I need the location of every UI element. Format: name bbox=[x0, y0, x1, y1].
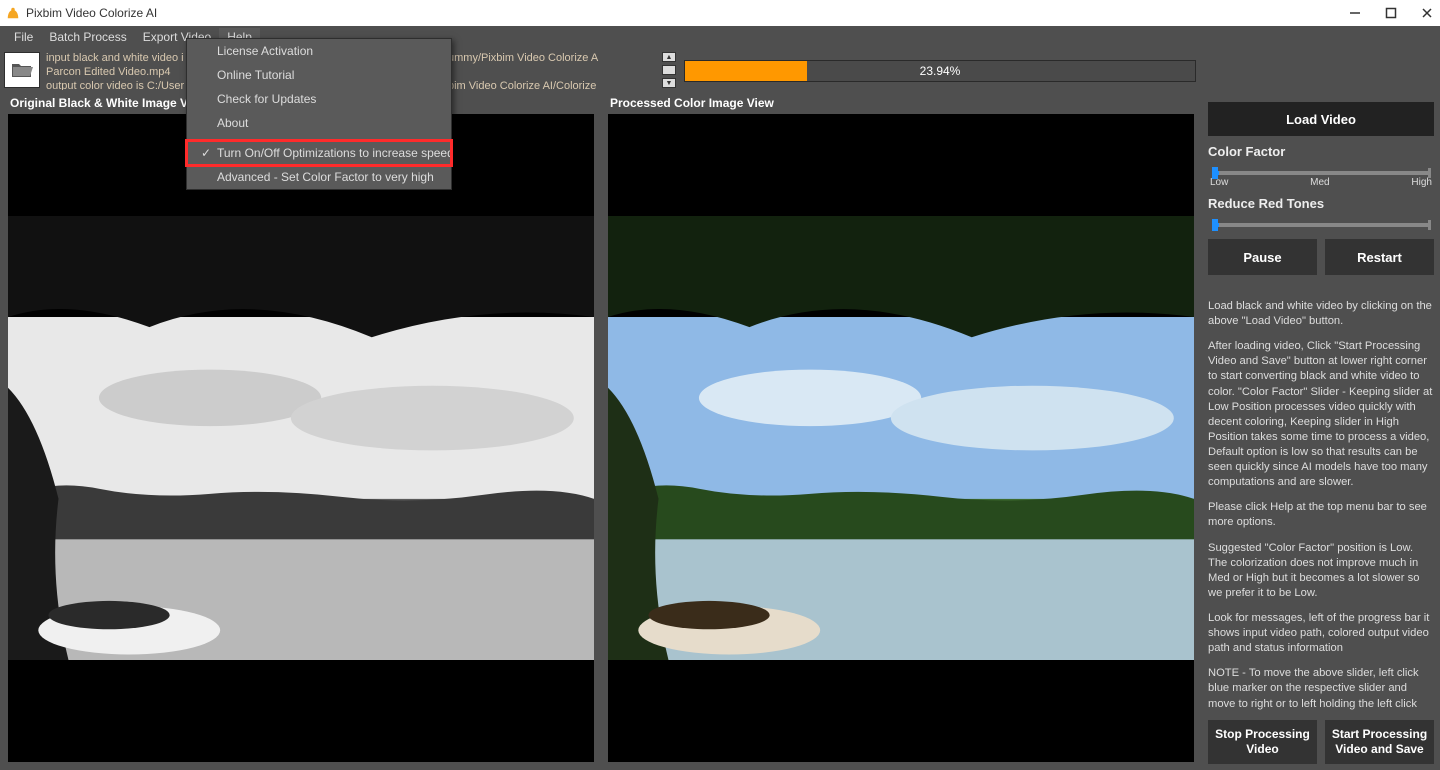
help-paragraph: After loading video, Click "Start Proces… bbox=[1208, 339, 1434, 490]
menu-license-activation[interactable]: License Activation bbox=[187, 39, 451, 63]
processed-image-view bbox=[608, 114, 1194, 762]
help-paragraph: Look for messages, left of the progress … bbox=[1208, 611, 1434, 656]
original-view-column: Original Black & White Image View bbox=[8, 94, 594, 762]
open-file-button[interactable] bbox=[4, 52, 40, 88]
help-dropdown: License Activation Online Tutorial Check… bbox=[186, 38, 452, 190]
stop-processing-button[interactable]: Stop ProcessingVideo bbox=[1208, 720, 1317, 764]
color-landscape-image bbox=[608, 216, 1194, 661]
progress-text: 23.94% bbox=[685, 61, 1195, 81]
reduce-red-slider[interactable] bbox=[1208, 217, 1434, 229]
help-paragraph: Please click Help at the top menu bar to… bbox=[1208, 500, 1434, 530]
spinner-control: ▲ ▼ bbox=[662, 52, 676, 88]
path-line: ummy/Pixbim Video Colorize A bbox=[448, 52, 658, 66]
spin-value bbox=[662, 65, 676, 75]
tick-high: High bbox=[1411, 177, 1432, 188]
menu-file[interactable]: File bbox=[6, 28, 41, 46]
progress-wrap: 23.94% bbox=[684, 52, 1196, 90]
load-video-button[interactable]: Load Video bbox=[1208, 102, 1434, 136]
path-line: bim Video Colorize AI/Colorize bbox=[448, 80, 658, 91]
window-title: Pixbim Video Colorize AI bbox=[26, 6, 157, 20]
menu-toggle-optimizations[interactable]: ✓Turn On/Off Optimizations to increase s… bbox=[187, 141, 451, 165]
menu-check-for-updates[interactable]: Check for Updates bbox=[187, 87, 451, 111]
processed-view-column: Processed Color Image View bbox=[608, 94, 1194, 762]
menu-advanced-color-factor[interactable]: Advanced - Set Color Factor to very high bbox=[187, 165, 451, 189]
menu-online-tutorial[interactable]: Online Tutorial bbox=[187, 63, 451, 87]
menu-about[interactable]: About bbox=[187, 111, 451, 135]
help-paragraph: NOTE - To move the above slider, left cl… bbox=[1208, 666, 1434, 714]
bw-landscape-image bbox=[8, 216, 594, 661]
minimize-button[interactable] bbox=[1348, 6, 1362, 20]
maximize-button[interactable] bbox=[1384, 6, 1398, 20]
close-button[interactable] bbox=[1420, 6, 1434, 20]
original-image-view bbox=[8, 114, 594, 762]
help-text: Load black and white video by clicking o… bbox=[1208, 299, 1434, 714]
progress-bar: 23.94% bbox=[684, 60, 1196, 82]
output-path-info: ummy/Pixbim Video Colorize A bim Video C… bbox=[448, 52, 658, 90]
restart-button[interactable]: Restart bbox=[1325, 239, 1434, 275]
menu-batch-process[interactable]: Batch Process bbox=[41, 28, 134, 46]
color-factor-slider[interactable]: Low Med High bbox=[1208, 165, 1434, 188]
spin-up-button[interactable]: ▲ bbox=[662, 52, 676, 62]
title-bar: Pixbim Video Colorize AI bbox=[0, 0, 1440, 26]
pause-button[interactable]: Pause bbox=[1208, 239, 1317, 275]
help-paragraph: Suggested "Color Factor" position is Low… bbox=[1208, 541, 1434, 601]
help-paragraph: Load black and white video by clicking o… bbox=[1208, 299, 1434, 329]
folder-open-icon bbox=[11, 61, 33, 79]
spin-down-button[interactable]: ▼ bbox=[662, 78, 676, 88]
reduce-red-label: Reduce Red Tones bbox=[1208, 196, 1434, 211]
tick-med: Med bbox=[1310, 177, 1329, 188]
app-logo-icon bbox=[6, 6, 20, 20]
color-factor-label: Color Factor bbox=[1208, 144, 1434, 159]
checkmark-icon: ✓ bbox=[201, 146, 211, 160]
start-processing-button[interactable]: Start ProcessingVideo and Save bbox=[1325, 720, 1434, 764]
processed-view-title: Processed Color Image View bbox=[608, 94, 1194, 114]
side-panel: Load Video Color Factor Low Med High Red… bbox=[1202, 94, 1440, 770]
